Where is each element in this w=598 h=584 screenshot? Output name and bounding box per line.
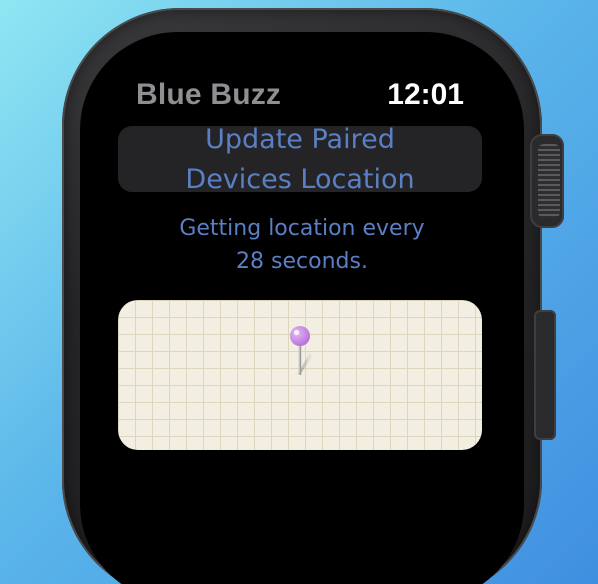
map-pin-icon bbox=[290, 326, 313, 375]
update-location-label-line1: Update Paired bbox=[205, 124, 395, 155]
app-title: Blue Buzz bbox=[136, 78, 282, 111]
location-map[interactable] bbox=[118, 300, 482, 450]
clock: 12:01 bbox=[387, 78, 464, 111]
status-line2: 28 seconds. bbox=[236, 249, 368, 274]
side-button[interactable] bbox=[534, 310, 556, 440]
watch-screen: Blue Buzz 12:01 Update Paired Devices Lo… bbox=[80, 32, 524, 584]
digital-crown[interactable] bbox=[530, 134, 564, 228]
crown-ridges bbox=[538, 144, 560, 218]
location-status-text: Getting location every 28 seconds. bbox=[120, 212, 484, 278]
update-location-label-line2: Devices Location bbox=[185, 164, 415, 195]
update-location-button[interactable]: Update Paired Devices Location bbox=[118, 124, 482, 195]
update-location-button-label: Update Paired Devices Location bbox=[118, 120, 482, 200]
status-line1: Getting location every bbox=[179, 216, 425, 241]
